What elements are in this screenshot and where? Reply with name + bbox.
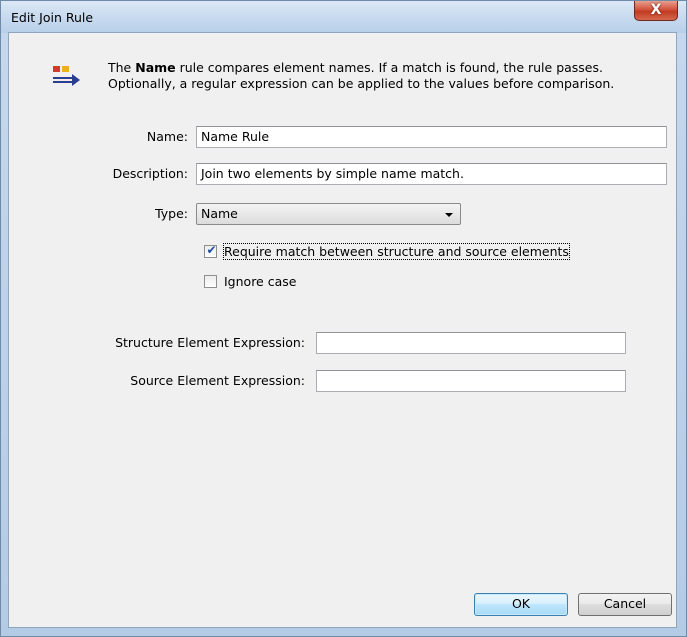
require-match-label[interactable]: Require match between structure and sour… bbox=[223, 243, 570, 260]
ignore-case-checkbox[interactable] bbox=[204, 275, 217, 288]
type-dropdown[interactable]: Name bbox=[196, 203, 461, 225]
cancel-button[interactable]: Cancel bbox=[578, 593, 672, 616]
ok-button[interactable]: OK bbox=[474, 593, 568, 616]
type-label: Type: bbox=[155, 206, 188, 221]
desc-rule-name: Name bbox=[135, 60, 176, 75]
require-match-checkbox[interactable]: ✔ bbox=[204, 243, 217, 258]
structure-expression-label: Structure Element Expression: bbox=[115, 335, 305, 350]
window-title: Edit Join Rule bbox=[11, 10, 94, 25]
description-field[interactable]: Join two elements by simple name match. bbox=[196, 163, 667, 185]
desc-prefix: The bbox=[108, 60, 136, 75]
description-label: Description: bbox=[112, 166, 188, 181]
name-label: Name: bbox=[146, 129, 188, 144]
checkmark-icon: ✔ bbox=[206, 243, 217, 257]
name-field[interactable]: Name Rule bbox=[196, 126, 667, 148]
ignore-case-checkbox-row[interactable]: Ignore case bbox=[204, 274, 404, 290]
close-button[interactable]: X bbox=[634, 1, 678, 21]
source-expression-label: Source Element Expression: bbox=[130, 373, 305, 388]
join-rule-icon bbox=[53, 66, 80, 86]
dialog-body bbox=[8, 32, 677, 628]
close-icon: X bbox=[650, 2, 662, 18]
ignore-case-label[interactable]: Ignore case bbox=[224, 274, 296, 289]
require-match-checkbox-row[interactable]: ✔ Require match between structure and so… bbox=[204, 243, 604, 260]
structure-expression-field[interactable] bbox=[316, 332, 626, 354]
desc-line1-rest: rule compares element names. If a match … bbox=[175, 60, 603, 75]
chevron-down-icon bbox=[445, 213, 453, 217]
source-expression-field[interactable] bbox=[316, 370, 626, 392]
desc-line2: Optionally, a regular expression can be … bbox=[108, 76, 615, 91]
dialog-window: Edit Join Rule X bbox=[0, 0, 687, 637]
title-bar[interactable]: Edit Join Rule X bbox=[1, 1, 686, 33]
rule-description-text: The Name rule compares element names. If… bbox=[108, 60, 668, 92]
type-selected-value: Name bbox=[201, 206, 238, 221]
